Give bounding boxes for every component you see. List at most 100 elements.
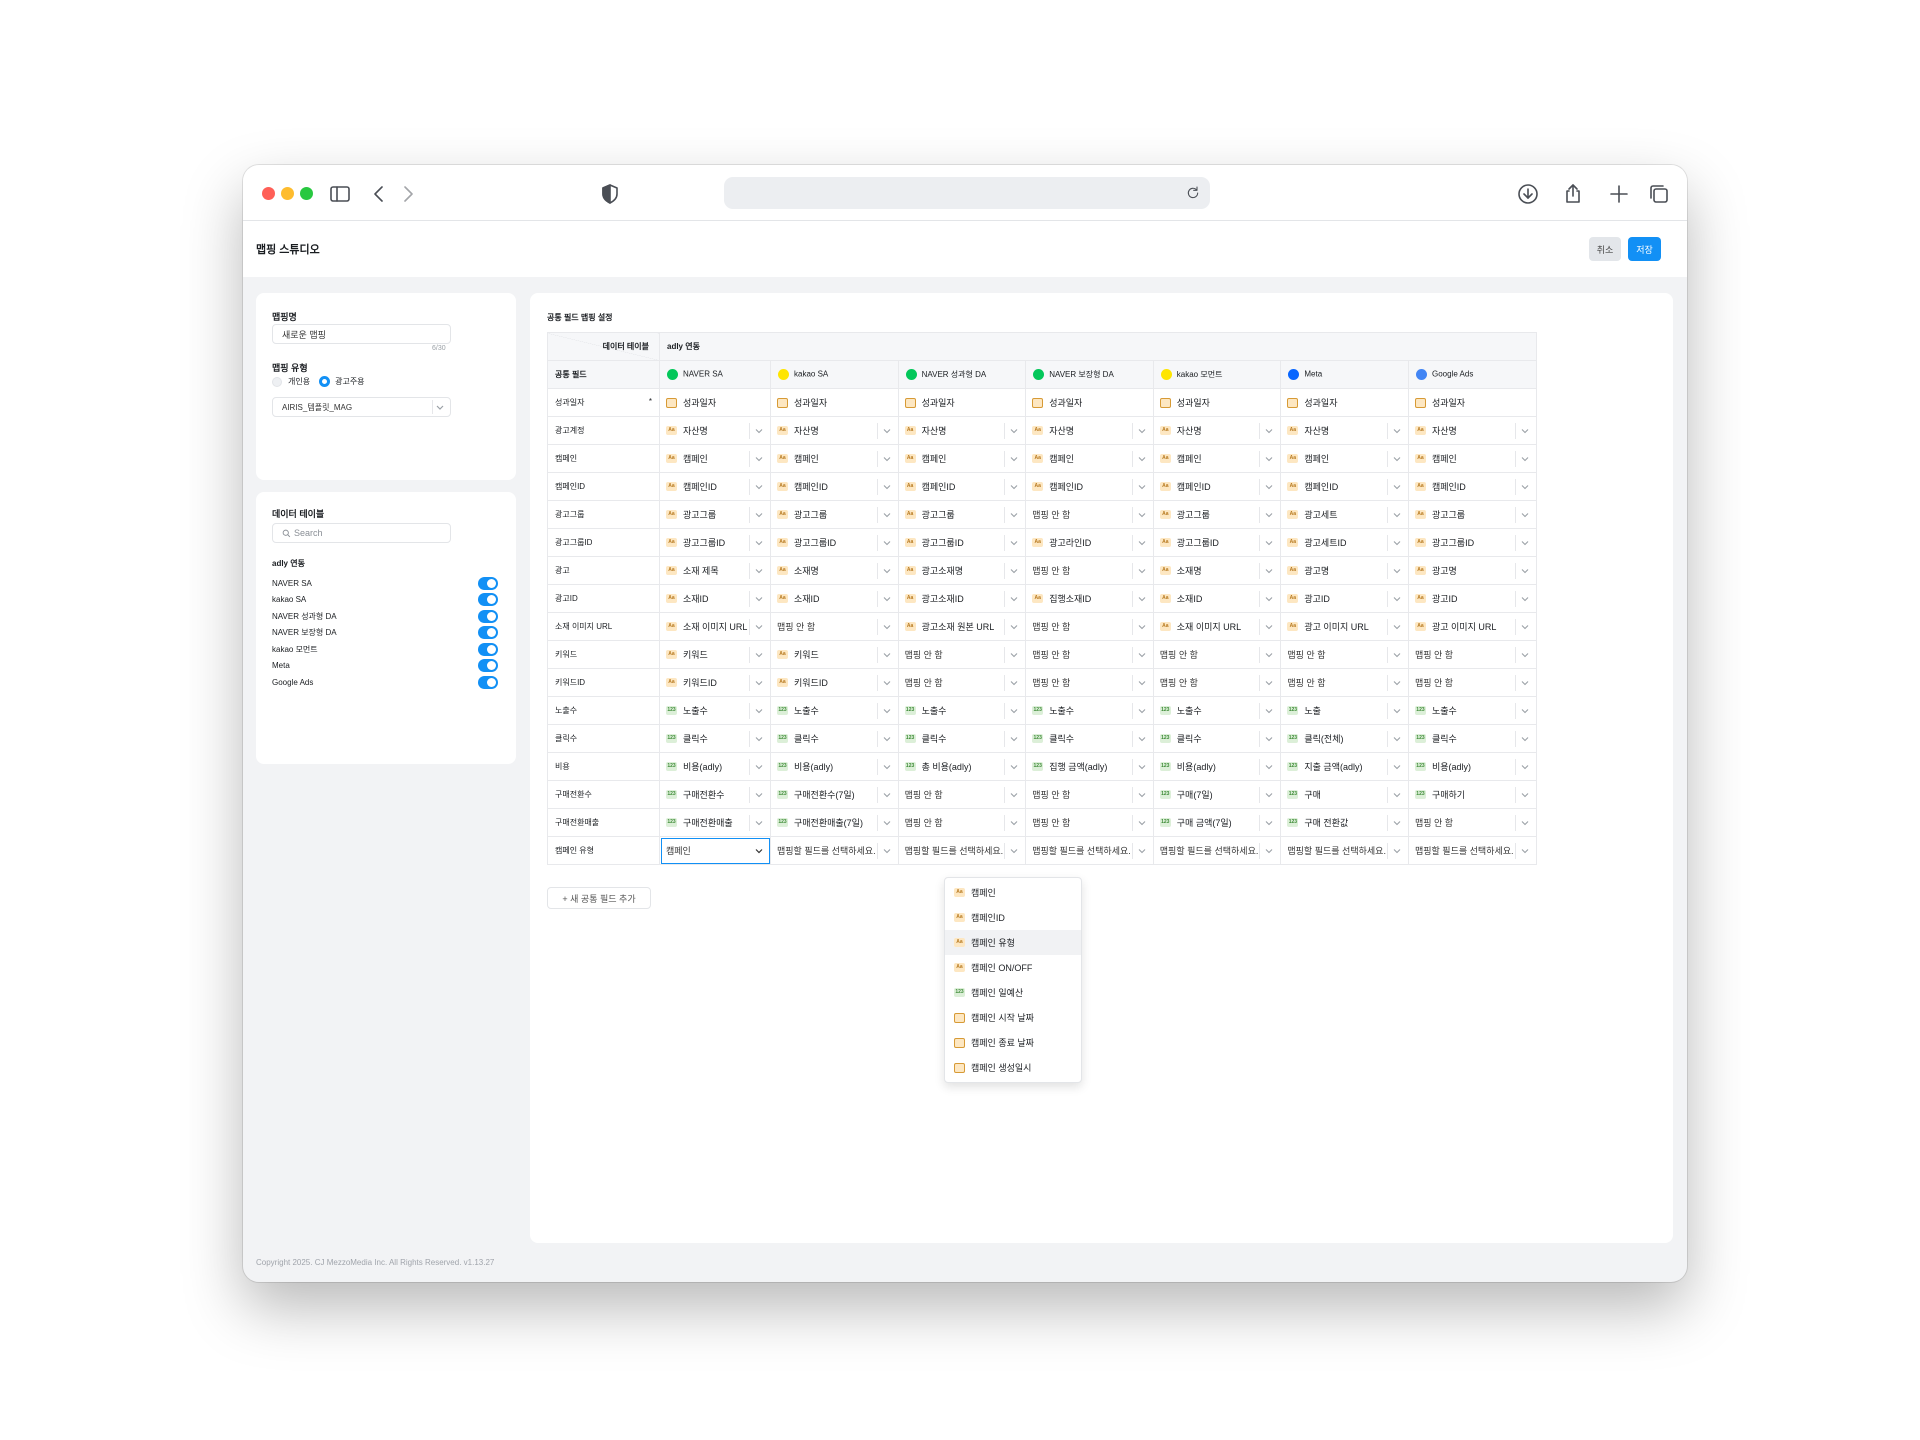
mapping-select[interactable]: 맵핑 안 함 (1407, 808, 1537, 837)
mapping-select[interactable]: Aa 소재명 (1152, 556, 1282, 585)
mapping-select[interactable]: 맵핑할 필드를 선택하세요. (1407, 836, 1537, 865)
mapping-select[interactable]: 123 노출수 (897, 696, 1027, 725)
mapping-select[interactable]: 성과일자 (1280, 388, 1409, 417)
mapping-select[interactable]: Aa 캠페인 (1025, 444, 1154, 473)
mapping-select[interactable]: Aa 자산명 (1280, 416, 1409, 445)
close-window-button[interactable] (262, 187, 275, 200)
table-toggle[interactable] (478, 626, 498, 639)
mapping-select[interactable]: 맵핑 안 함 (1025, 780, 1154, 809)
mapping-select[interactable]: 123 클릭수 (1152, 724, 1282, 753)
dropdown-option[interactable]: Aa 캠페인 (945, 880, 1081, 905)
mapping-select[interactable]: Aa 광고세트 (1280, 500, 1409, 529)
mapping-select[interactable]: 123 구매하기 (1407, 780, 1537, 809)
cancel-button[interactable]: 취소 (1589, 237, 1621, 261)
mapping-select[interactable]: Aa 캠페인 (1152, 444, 1282, 473)
mapping-select[interactable]: 123 구매전환매출 (659, 808, 771, 837)
mapping-select[interactable]: Aa 광고세트ID (1280, 528, 1409, 557)
mapping-select[interactable]: 맵핑 안 함 (1025, 808, 1154, 837)
tab-overview-icon[interactable] (1646, 181, 1672, 207)
mapping-select[interactable]: 캠페인 (659, 836, 771, 865)
mapping-select[interactable]: 맵핑 안 함 (1280, 668, 1409, 697)
mapping-select[interactable]: Aa 자산명 (1025, 416, 1154, 445)
mapping-select[interactable]: 맵핑 안 함 (897, 780, 1027, 809)
mapping-select[interactable]: Aa 광고그룹 (659, 500, 771, 529)
mapping-select[interactable]: 123 비용(adly) (1152, 752, 1282, 781)
zoom-window-button[interactable] (300, 187, 313, 200)
mapping-select[interactable]: 맵핑 안 함 (1025, 640, 1154, 669)
mapping-select[interactable]: Aa 캠페인 (1280, 444, 1409, 473)
mapping-select[interactable]: Aa 광고ID (1280, 584, 1409, 613)
mapping-select[interactable]: Aa 키워드ID (770, 668, 899, 697)
mapping-select[interactable]: 123 노출수 (659, 696, 771, 725)
mapping-select[interactable]: Aa 캠페인 (659, 444, 771, 473)
mapping-select[interactable]: Aa 광고소재ID (897, 584, 1027, 613)
mapping-select[interactable]: Aa 소재 이미지 URL (1152, 612, 1282, 641)
dropdown-option[interactable]: 캠페인 종료 날짜 (945, 1030, 1081, 1055)
mapping-select[interactable]: 123 클릭수 (897, 724, 1027, 753)
mapping-select[interactable]: 맵핑 안 함 (1152, 640, 1282, 669)
mapping-select[interactable]: Aa 자산명 (1152, 416, 1282, 445)
mapping-select[interactable]: 맵핑 안 함 (897, 668, 1027, 697)
mapping-select[interactable]: 맵핑할 필드를 선택하세요. (1280, 836, 1409, 865)
dropdown-option[interactable]: 캠페인 생성일시 (945, 1055, 1081, 1080)
mapping-select[interactable]: Aa 소재 제목 (659, 556, 771, 585)
mapping-select[interactable]: Aa 광고ID (1407, 584, 1537, 613)
mapping-select[interactable]: Aa 광고명 (1407, 556, 1537, 585)
mapping-select[interactable]: Aa 광고그룹ID (659, 528, 771, 557)
mapping-select[interactable]: 123 클릭수 (659, 724, 771, 753)
mapping-select[interactable]: Aa 광고명 (1280, 556, 1409, 585)
mapping-select[interactable]: 123 구매 전환값 (1280, 808, 1409, 837)
mapping-select[interactable]: Aa 캠페인ID (1025, 472, 1154, 501)
mapping-select[interactable]: Aa 광고소재명 (897, 556, 1027, 585)
search-input[interactable]: Search (272, 523, 451, 543)
mapping-select[interactable]: Aa 소재 이미지 URL (659, 612, 771, 641)
mapping-select[interactable]: 123 노출수 (1025, 696, 1154, 725)
mapping-select[interactable]: 맵핑 안 함 (1025, 500, 1154, 529)
mapping-select[interactable]: 맵핑할 필드를 선택하세요. (1152, 836, 1282, 865)
table-toggle[interactable] (478, 576, 498, 590)
mapping-select[interactable]: Aa 키워드 (659, 640, 771, 669)
mapping-select[interactable]: 123 구매 (1280, 780, 1409, 809)
new-tab-icon[interactable] (1606, 181, 1632, 207)
mapping-select[interactable]: Aa 캠페인ID (897, 472, 1027, 501)
mapping-select[interactable]: 123 비용(adly) (770, 752, 899, 781)
dropdown-option[interactable]: 캠페인 시작 날짜 (945, 1005, 1081, 1030)
mapping-select[interactable]: 성과일자 (659, 388, 771, 417)
mapping-select[interactable]: 123 비용(adly) (1407, 752, 1537, 781)
radio-advertiser[interactable] (319, 376, 331, 387)
radio-personal[interactable] (272, 376, 282, 387)
mapping-select[interactable]: 123 비용(adly) (659, 752, 771, 781)
mapping-select[interactable]: 123 지출 금액(adly) (1280, 752, 1409, 781)
mapping-select[interactable]: 123 노출수 (770, 696, 899, 725)
advertiser-select[interactable]: AIRIS_템플릿_MAG (272, 397, 451, 417)
mapping-select[interactable]: Aa 캠페인ID (1152, 472, 1282, 501)
mapping-select[interactable]: Aa 광고그룹 (1407, 500, 1537, 529)
save-button[interactable]: 저장 (1628, 237, 1661, 261)
mapping-select[interactable]: 123 구매 금액(7일) (1152, 808, 1282, 837)
mapping-select[interactable]: Aa 광고그룹 (1152, 500, 1282, 529)
mapping-select[interactable]: Aa 캠페인ID (1407, 472, 1537, 501)
table-toggle[interactable] (478, 659, 498, 672)
mapping-select[interactable]: 맵핑할 필드를 선택하세요. (897, 836, 1027, 865)
mapping-select[interactable]: 123 노출수 (1407, 696, 1537, 725)
mapping-select[interactable]: Aa 키워드 (770, 640, 899, 669)
minimize-window-button[interactable] (281, 187, 294, 200)
mapping-name-input[interactable]: 새로운 맵핑 (272, 324, 451, 344)
mapping-select[interactable]: 123 총 비용(adly) (897, 752, 1027, 781)
mapping-select[interactable]: Aa 캠페인ID (659, 472, 771, 501)
download-icon[interactable] (1515, 181, 1541, 207)
mapping-select[interactable]: Aa 집행소재ID (1025, 584, 1154, 613)
mapping-select[interactable]: 123 구매전환수 (659, 780, 771, 809)
shield-icon[interactable] (597, 181, 623, 207)
mapping-select[interactable]: 맵핑 안 함 (1025, 612, 1154, 641)
mapping-select[interactable]: Aa 광고그룹 (897, 500, 1027, 529)
dropdown-option[interactable]: Aa 캠페인 유형 (945, 930, 1081, 955)
mapping-select[interactable]: 123 클릭수 (1025, 724, 1154, 753)
mapping-select[interactable]: 맵핑 안 함 (1152, 668, 1282, 697)
mapping-select[interactable]: 성과일자 (770, 388, 899, 417)
mapping-select[interactable]: 123 구매전환수(7일) (770, 780, 899, 809)
mapping-select[interactable]: Aa 소재명 (770, 556, 899, 585)
mapping-select[interactable]: 123 노출 (1280, 696, 1409, 725)
mapping-select[interactable]: Aa 캠페인ID (1280, 472, 1409, 501)
table-toggle[interactable] (478, 593, 498, 606)
